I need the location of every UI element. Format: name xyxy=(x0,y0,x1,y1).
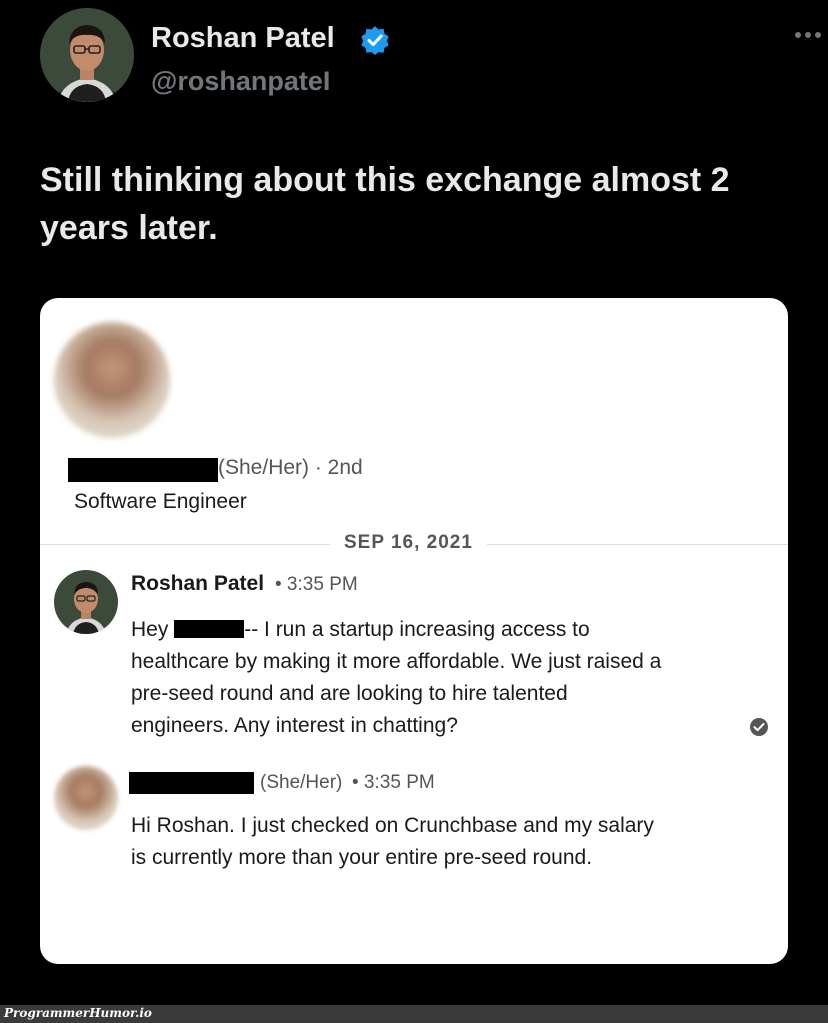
message-body-lead: Hey xyxy=(131,618,169,641)
contact-name-row: (She/Her) · 2nd xyxy=(68,456,768,484)
author-avatar[interactable] xyxy=(40,8,134,102)
sender-avatar xyxy=(54,570,118,634)
embedded-screenshot[interactable]: (She/Her) · 2nd Software Engineer SEP 16… xyxy=(40,298,788,964)
message-body: Hi Roshan. I just checked on Crunchbase … xyxy=(131,814,654,869)
watermark: ProgrammerHumor.io xyxy=(4,1006,152,1020)
contact-pronoun-degree: (She/Her) · 2nd xyxy=(218,456,363,479)
message-author: Roshan Patel xyxy=(131,572,265,595)
tweet-header: Roshan Patel @roshanpateI xyxy=(40,8,821,104)
redacted-name xyxy=(68,458,218,482)
read-receipt-icon xyxy=(750,718,768,736)
contact-title: Software Engineer xyxy=(74,490,247,513)
watermark-bar: ProgrammerHumor.io xyxy=(0,1005,828,1023)
verified-badge-icon xyxy=(361,26,389,55)
sender-avatar xyxy=(54,766,118,830)
more-options-icon[interactable] xyxy=(788,20,828,50)
date-label: SEP 16, 2021 xyxy=(330,532,487,554)
redacted-name xyxy=(174,620,245,638)
message-time: • 3:35 PM xyxy=(275,574,358,595)
date-separator: SEP 16, 2021 xyxy=(40,530,788,558)
tweet-text: Still thinking about this exchange almos… xyxy=(40,161,730,247)
redacted-name xyxy=(129,772,254,794)
contact-avatar xyxy=(54,322,170,438)
message-time: • 3:35 PM xyxy=(352,772,435,793)
message-body: Hey -- I run a startup increasing access… xyxy=(131,614,671,742)
message-author-pronoun: (She/Her) xyxy=(260,772,343,793)
author-handle[interactable]: @roshanpateI xyxy=(151,66,330,97)
author-name[interactable]: Roshan Patel xyxy=(151,22,335,55)
